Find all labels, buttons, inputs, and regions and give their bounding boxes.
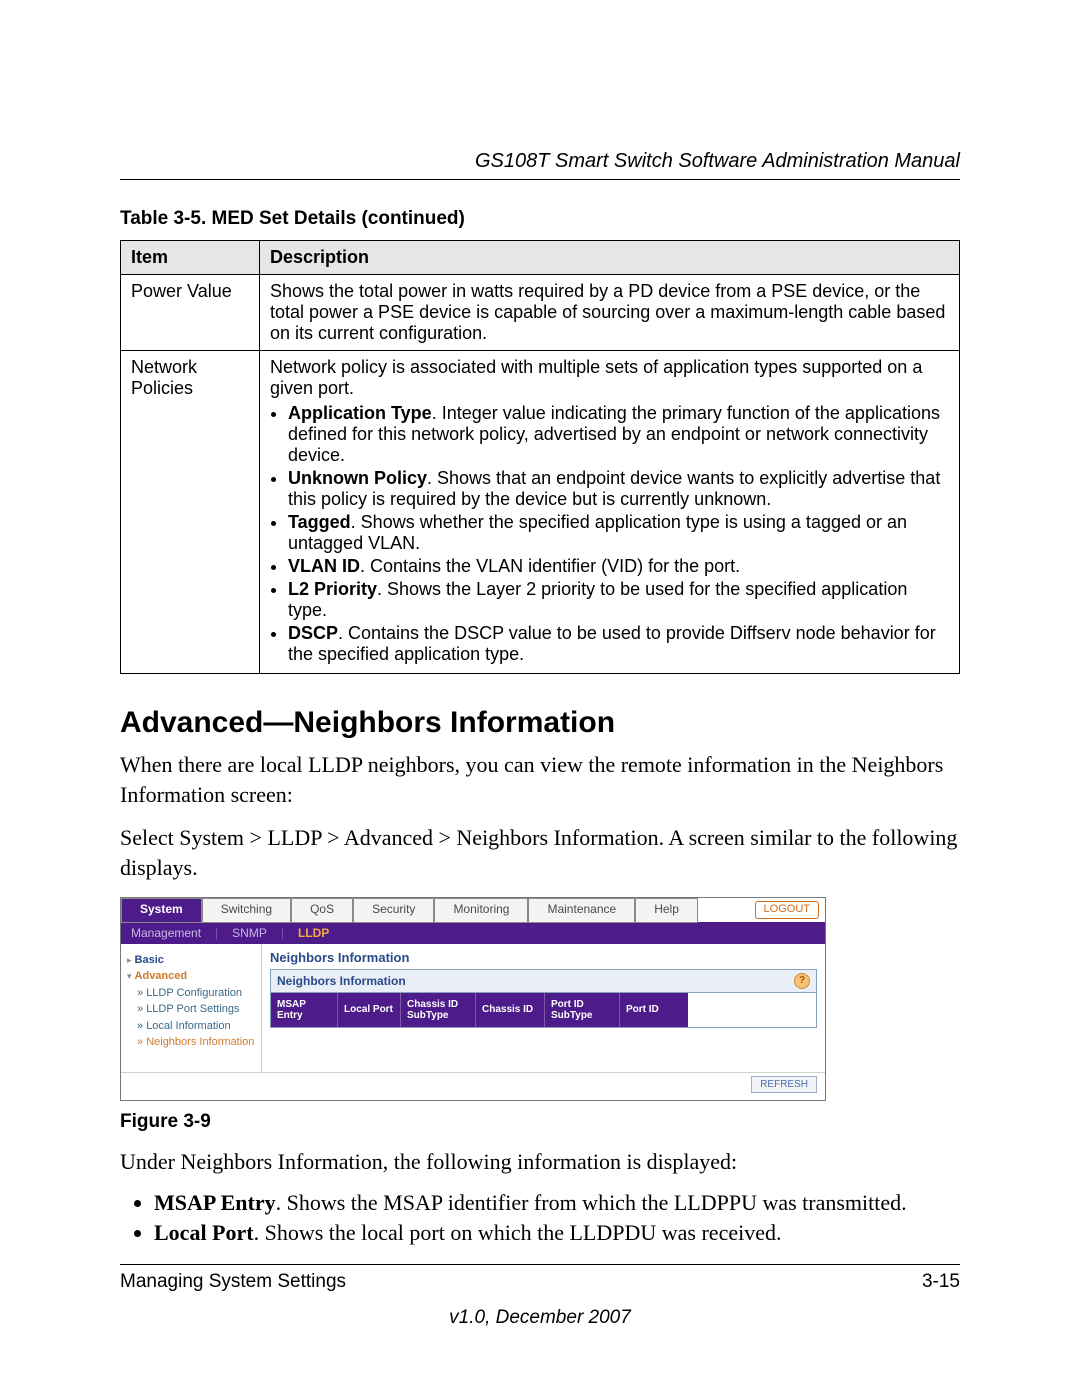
col-port-id: Port ID <box>620 993 688 1027</box>
footer-left: Managing System Settings <box>120 1271 346 1293</box>
section-para-1: When there are local LLDP neighbors, you… <box>120 750 960 809</box>
med-details-table: Item Description Power Value Shows the t… <box>120 240 960 674</box>
sidebar-item-basic[interactable]: Basic <box>135 954 164 966</box>
col-msap-entry: MSAP Entry <box>271 993 338 1027</box>
section-para-2: Select System > LLDP > Advanced > Neighb… <box>120 823 960 882</box>
tab-qos[interactable]: QoS <box>291 898 353 923</box>
sidebar-item-local-info[interactable]: » Local Information <box>127 1018 255 1035</box>
embedded-screenshot: System Switching QoS Security Monitoring… <box>120 897 826 1101</box>
column-header-row: MSAP Entry Local Port Chassis ID SubType… <box>271 993 816 1027</box>
col-local-port: Local Port <box>338 993 401 1027</box>
th-desc: Description <box>260 241 960 275</box>
cell-item: Power Value <box>121 275 260 351</box>
table-row: Power Value Shows the total power in wat… <box>121 275 960 351</box>
header-rule <box>120 179 960 180</box>
doc-header-title: GS108T Smart Switch Software Administrat… <box>120 150 960 173</box>
tab-switching[interactable]: Switching <box>202 898 291 923</box>
col-port-id-subtype: Port ID SubType <box>545 993 620 1027</box>
footer-version: v1.0, December 2007 <box>120 1307 960 1329</box>
after-fig-bullets: MSAP Entry. Shows the MSAP identifier fr… <box>120 1190 960 1246</box>
sub-tab-bar: Management | SNMP | LLDP <box>121 922 825 944</box>
tab-maintenance[interactable]: Maintenance <box>528 898 635 923</box>
policy-bullet-list: Application Type. Integer value indicati… <box>270 403 949 665</box>
neighbors-box: Neighbors Information ? MSAP Entry Local… <box>270 969 817 1028</box>
sidebar-item-lldp-config[interactable]: » LLDP Configuration <box>127 985 255 1002</box>
panel-title: Neighbors Information <box>270 950 817 965</box>
logout-button[interactable]: LOGOUT <box>755 901 819 919</box>
subtab-snmp[interactable]: SNMP <box>232 926 267 940</box>
cell-item: Network Policies <box>121 351 260 674</box>
table-header-row: Item Description <box>121 241 960 275</box>
help-icon[interactable]: ? <box>794 973 810 989</box>
sidebar-item-neighbors-info[interactable]: » Neighbors Information <box>127 1034 255 1051</box>
sidebar-item-lldp-port[interactable]: » LLDP Port Settings <box>127 1001 255 1018</box>
tab-monitoring[interactable]: Monitoring <box>434 898 528 923</box>
col-chassis-id: Chassis ID <box>476 993 545 1027</box>
tab-system[interactable]: System <box>121 898 202 923</box>
after-fig-intro: Under Neighbors Information, the followi… <box>120 1147 960 1177</box>
box-title: Neighbors Information <box>277 974 406 988</box>
section-heading: Advanced—Neighbors Information <box>120 706 960 740</box>
main-tab-bar: System Switching QoS Security Monitoring… <box>121 898 825 922</box>
refresh-button[interactable]: REFRESH <box>751 1076 817 1093</box>
chevron-right-icon: ▸ <box>127 955 132 965</box>
col-chassis-id-subtype: Chassis ID SubType <box>401 993 476 1027</box>
footer-rule <box>120 1264 960 1265</box>
subtab-management[interactable]: Management <box>131 926 201 940</box>
subtab-lldp[interactable]: LLDP <box>298 926 329 940</box>
tab-help[interactable]: Help <box>635 898 698 923</box>
chevron-down-icon: ▾ <box>127 971 132 981</box>
table-caption: Table 3-5. MED Set Details (continued) <box>120 208 960 230</box>
table-row: Network Policies Network policy is assoc… <box>121 351 960 674</box>
sidebar-item-advanced[interactable]: Advanced <box>135 970 188 982</box>
sidebar: ▸Basic ▾Advanced » LLDP Configuration » … <box>121 944 262 1072</box>
tab-security[interactable]: Security <box>353 898 434 923</box>
footer-page-number: 3-15 <box>922 1271 960 1293</box>
cell-desc: Shows the total power in watts required … <box>260 275 960 351</box>
cell-desc: Network policy is associated with multip… <box>260 351 960 674</box>
th-item: Item <box>121 241 260 275</box>
figure-caption: Figure 3-9 <box>120 1111 960 1133</box>
